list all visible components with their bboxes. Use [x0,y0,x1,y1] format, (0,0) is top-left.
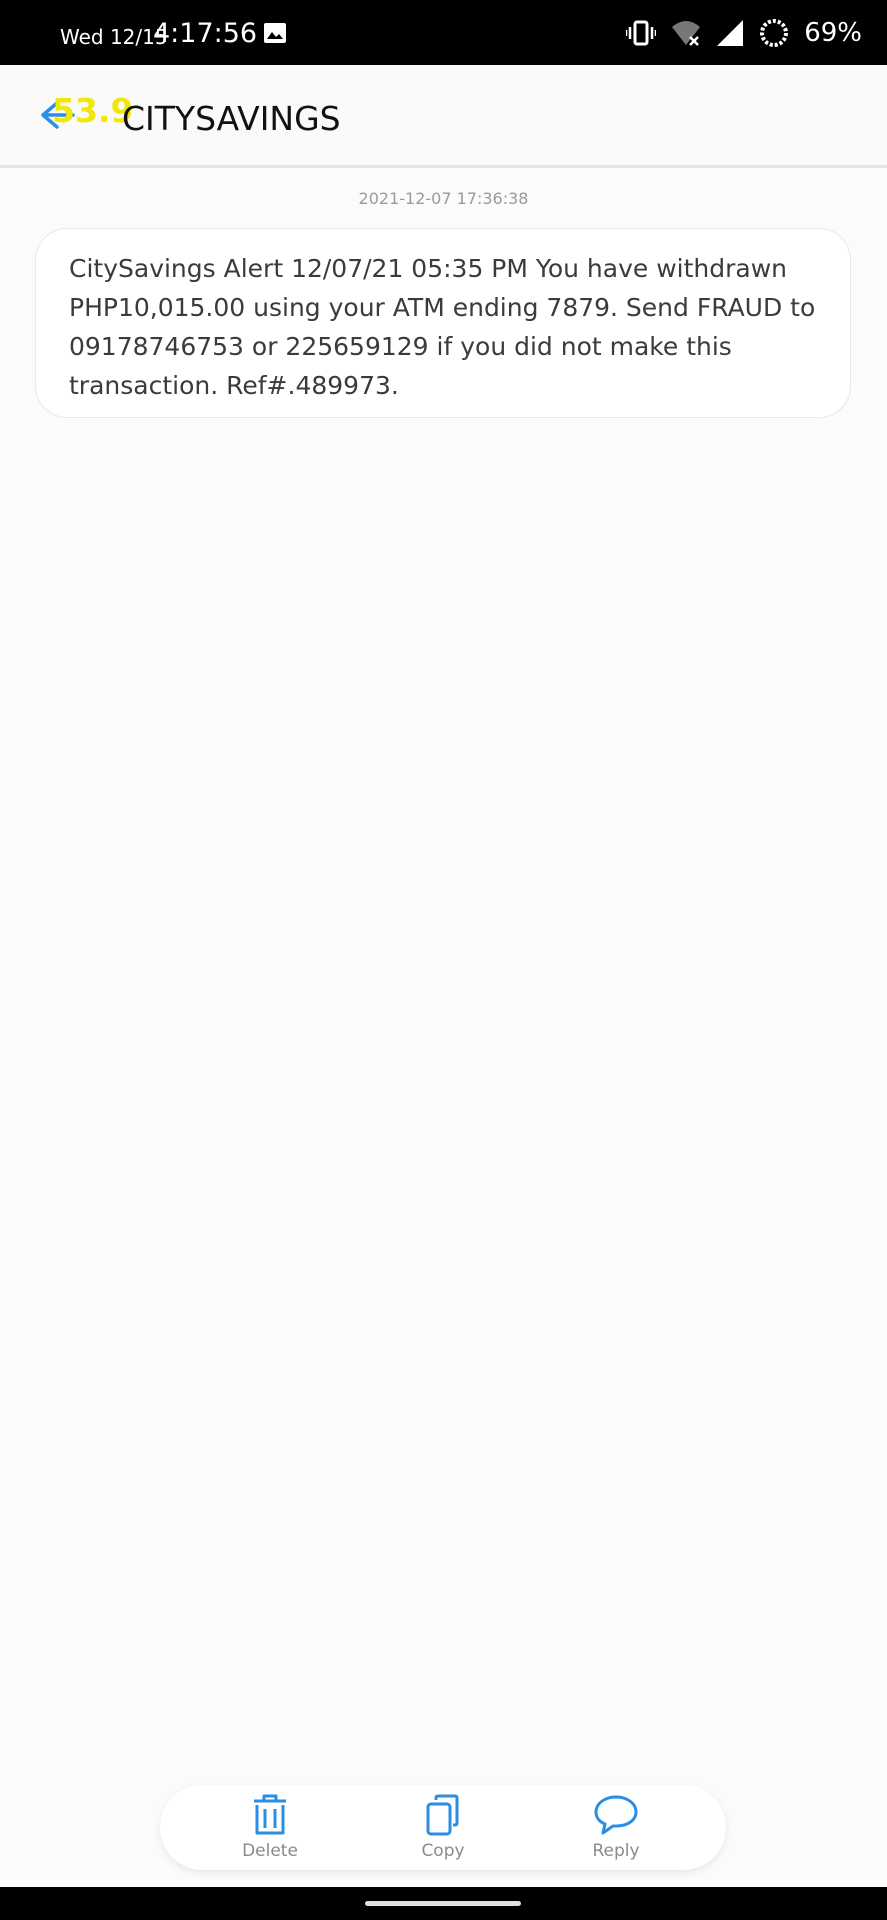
reply-label: Reply [592,1841,640,1861]
delete-button[interactable]: Delete [210,1793,330,1868]
action-bar: Delete Copy Reply [160,1785,726,1870]
status-date: Wed 12/15 [60,25,168,49]
reply-button[interactable]: Reply [556,1793,676,1868]
copy-label: Copy [421,1841,465,1861]
copy-icon [426,1794,459,1836]
signal-icon [717,20,744,46]
navigation-bar [0,1887,887,1920]
trash-icon [254,1794,286,1835]
wifi-off-icon [672,21,701,46]
chat-bubble-icon [594,1795,638,1835]
home-gesture-handle[interactable] [365,1901,521,1906]
battery-percent: 69% [804,18,862,48]
status-time: 4:17:56 [153,18,258,49]
message-timestamp: 2021-12-07 17:36:38 [358,189,529,208]
battery-saver-icon [760,19,789,47]
message-bubble[interactable]: CitySavings Alert 12/07/21 05:35 PM You … [35,228,851,418]
copy-button[interactable]: Copy [383,1793,503,1868]
vibrate-icon [626,20,657,46]
image-icon [264,23,286,43]
message-text: CitySavings Alert 12/07/21 05:35 PM You … [69,254,816,400]
status-bar: Wed 12/15 4:17:56 69% [0,0,887,65]
page-title: CITYSAVINGS [122,99,341,138]
app-header: 53.9 CITYSAVINGS [0,65,887,168]
status-icons: 69% [626,16,862,50]
delete-label: Delete [242,1841,298,1861]
